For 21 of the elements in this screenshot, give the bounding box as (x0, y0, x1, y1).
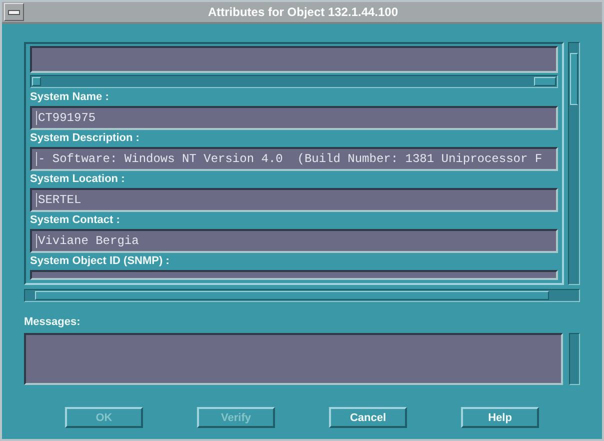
field-label: System Location : (30, 172, 126, 187)
field-label: System Name : (30, 90, 110, 105)
horizontal-scrollbar[interactable] (24, 289, 580, 302)
input-field[interactable]: Viviane Bergia (30, 229, 558, 253)
input-field[interactable]: CT991975 (30, 106, 558, 130)
dialog-button[interactable]: Help (461, 407, 539, 428)
input-field[interactable]: - Software: Windows NT Version 4.0 (Build Number: 1381 Uniprocessor F (30, 147, 558, 171)
vertical-scrollbar[interactable] (569, 333, 580, 385)
vertical-scrollbar[interactable] (568, 42, 580, 285)
messages-label: Messages: (24, 315, 82, 330)
field-label: System Contact : (30, 213, 121, 228)
horizontal-scrollbar[interactable] (30, 75, 558, 88)
messages-area[interactable] (24, 333, 563, 385)
window-title: Attributes for Object 132.1.44.100 (206, 5, 400, 19)
dialog-button[interactable]: Cancel (329, 407, 407, 428)
input-field[interactable] (30, 270, 558, 280)
window-menu-button[interactable] (4, 3, 24, 21)
input-field[interactable]: SERTEL (30, 188, 558, 212)
field-label: System Object ID (SNMP) : (30, 254, 170, 269)
field-label: System Description : (30, 131, 140, 146)
text-field[interactable] (30, 46, 558, 73)
